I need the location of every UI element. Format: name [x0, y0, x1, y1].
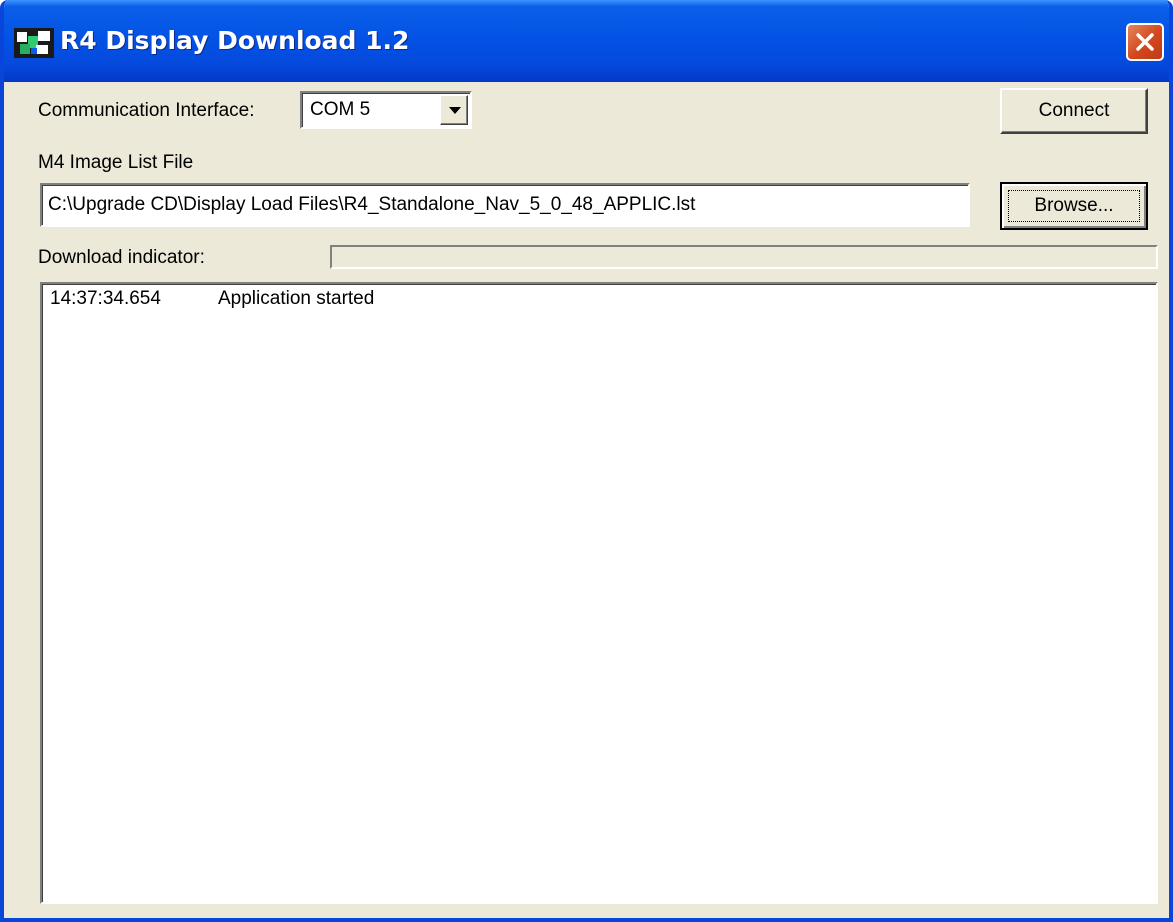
title-bar[interactable]: R4 Display Download 1.2 [4, 0, 1169, 82]
close-icon [1136, 33, 1154, 51]
communication-interface-dropdown[interactable]: COM 5 [300, 91, 472, 129]
communication-interface-label: Communication Interface: [38, 100, 255, 121]
download-progress-bar [330, 245, 1158, 269]
log-entry-time: 14:37:34.654 [50, 288, 161, 309]
browse-button-label: Browse... [1008, 190, 1140, 222]
image-list-path-input[interactable]: C:\Upgrade CD\Display Load Files\R4_Stan… [40, 183, 970, 227]
connect-button[interactable]: Connect [1000, 88, 1148, 134]
download-indicator-label: Download indicator: [38, 247, 205, 268]
app-icon [14, 28, 54, 58]
browse-button[interactable]: Browse... [1000, 182, 1148, 230]
communication-interface-value: COM 5 [310, 99, 371, 120]
image-list-label: M4 Image List File [38, 152, 194, 173]
chevron-down-icon [449, 107, 461, 114]
window-title: R4 Display Download 1.2 [60, 26, 410, 55]
close-button[interactable] [1126, 23, 1164, 61]
log-list[interactable]: 14:37:34.654 Application started [40, 282, 1158, 904]
main-window: R4 Display Download 1.2 Communication In… [0, 0, 1173, 922]
dropdown-arrow-button[interactable] [440, 95, 468, 125]
log-entry-message: Application started [218, 288, 375, 309]
